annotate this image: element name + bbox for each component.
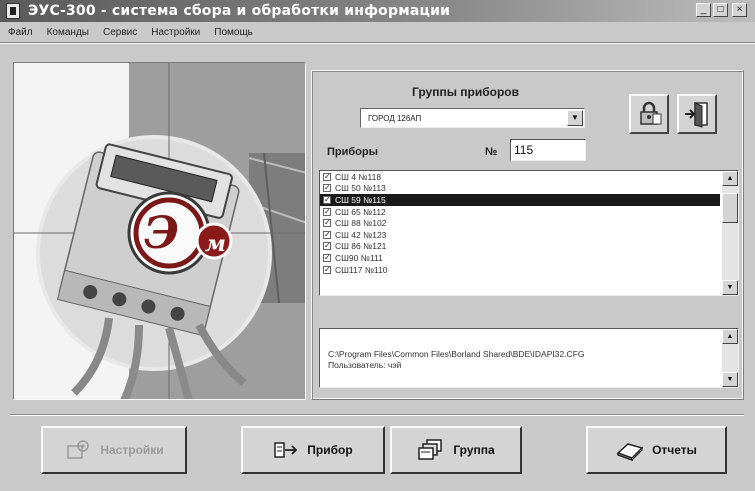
logo-letter-m: м <box>205 231 226 257</box>
exit-door-icon <box>685 102 708 128</box>
window-title: ЭУС-300 - система сбора и обработки инфо… <box>28 3 451 19</box>
exit-button[interactable] <box>677 94 717 134</box>
lock-button[interactable] <box>629 94 669 134</box>
device-list-scrollbar[interactable]: ▲ ▼ <box>722 171 738 295</box>
scroll-up-icon[interactable]: ▲ <box>722 171 738 186</box>
menu-service[interactable]: Сервис <box>103 27 137 38</box>
device-list[interactable]: ✓ СШ 4 №118 ✓ СШ 50 №113 ✓ СШ 59 №115 ✓ СШ 65 №… <box>319 170 739 296</box>
device-list-item[interactable]: ✓ СШ90 №111 <box>320 252 720 264</box>
settings-button[interactable]: Настройки <box>41 426 187 474</box>
menu-bar: Файл Команды Сервис Настройки Помощь <box>0 23 755 41</box>
device-checkbox[interactable]: ✓ <box>323 219 331 228</box>
menu-separator <box>0 42 755 44</box>
device-checkbox[interactable]: ✓ <box>323 265 331 274</box>
device-item-label: СШ 86 №121 <box>335 241 387 252</box>
device-number-field[interactable]: 115 <box>510 139 586 161</box>
device-list-item[interactable]: ✓ СШ 42 №123 <box>320 229 720 241</box>
device-list-item[interactable]: ✓ СШ 50 №113 <box>320 183 720 195</box>
device-illustration-panel: Э м <box>13 62 306 400</box>
app-icon[interactable] <box>6 3 20 19</box>
device-item-label: СШ 65 №112 <box>335 206 386 217</box>
device-list-item[interactable]: ✓ СШ 4 №118 <box>320 171 720 183</box>
reports-button[interactable]: Отчеты <box>586 426 727 474</box>
maximize-button[interactable]: □ <box>713 3 728 17</box>
menu-settings[interactable]: Настройки <box>151 27 200 38</box>
settings-button-label: Настройки <box>100 443 164 457</box>
lock-icon <box>640 101 662 125</box>
title-bar: ЭУС-300 - система сбора и обработки инфо… <box>0 0 755 22</box>
scroll-up-icon[interactable]: ▲ <box>722 329 738 344</box>
scroll-down-icon[interactable]: ▼ <box>722 372 738 387</box>
device-item-label: СШ90 №111 <box>335 252 383 263</box>
device-item-label: СШ 4 №118 <box>335 171 382 182</box>
device-item-label: СШ 59 №115 <box>335 194 386 205</box>
reports-book-icon <box>616 443 644 461</box>
device-number-label: № <box>485 146 498 158</box>
device-item-label: СШ 88 №102 <box>335 218 387 229</box>
menu-commands[interactable]: Команды <box>47 27 89 38</box>
device-checkbox[interactable]: ✓ <box>323 207 331 216</box>
device-list-item[interactable]: ✓ СШ 88 №102 <box>320 217 720 229</box>
device-list-item[interactable]: ✓ СШ 65 №112 <box>320 206 720 218</box>
group-button-label: Группа <box>453 443 495 457</box>
close-button[interactable]: × <box>732 3 747 17</box>
reports-button-label: Отчеты <box>652 443 697 457</box>
log-line: C:\Program Files\Common Files\Borland Sh… <box>328 349 585 359</box>
device-item-label: СШ 50 №113 <box>335 183 386 194</box>
device-checkbox[interactable]: ✓ <box>323 242 331 251</box>
group-devices-icon <box>418 439 443 460</box>
device-group-value: ГОРОД 126АП <box>368 113 422 123</box>
menu-file[interactable]: Файл <box>8 27 33 38</box>
device-checkbox[interactable]: ✓ <box>323 172 331 181</box>
device-group-select[interactable]: ГОРОД 126АП ▼ <box>360 108 585 128</box>
devices-label: Приборы <box>327 146 379 158</box>
minimize-button[interactable]: _ <box>696 3 711 17</box>
device-arrow-icon <box>274 442 298 458</box>
device-checkbox[interactable]: ✓ <box>323 230 331 239</box>
device-list-item[interactable]: ✓ СШ 59 №115 <box>320 194 720 206</box>
device-groups-label: Группы приборов <box>412 85 520 99</box>
logo-letter-e: Э <box>144 208 179 259</box>
scroll-thumb[interactable] <box>722 193 738 223</box>
device-item-label: СШ 42 №123 <box>335 229 387 240</box>
device-checkbox[interactable]: ✓ <box>323 184 331 193</box>
log-output[interactable]: C:\Program Files\Common Files\Borland Sh… <box>319 328 739 388</box>
device-illustration: Э м <box>14 63 305 399</box>
group-button[interactable]: Группа <box>390 426 522 474</box>
log-line: Пользователь: чэй <box>328 360 402 370</box>
scroll-down-icon[interactable]: ▼ <box>722 280 738 295</box>
device-checkbox[interactable]: ✓ <box>323 253 331 262</box>
device-list-item[interactable]: ✓ СШ117 №110 <box>320 264 720 276</box>
device-item-label: СШ117 №110 <box>335 264 388 275</box>
settings-device-icon <box>67 440 90 459</box>
menu-help[interactable]: Помощь <box>214 27 253 38</box>
device-button-label: Прибор <box>307 443 353 457</box>
log-scrollbar[interactable]: ▲ ▼ <box>722 329 738 387</box>
device-checkbox[interactable]: ✓ <box>323 195 331 204</box>
device-button[interactable]: Прибор <box>241 426 385 474</box>
chevron-down-icon[interactable]: ▼ <box>567 110 583 126</box>
device-list-item[interactable]: ✓ СШ 86 №121 <box>320 241 720 253</box>
